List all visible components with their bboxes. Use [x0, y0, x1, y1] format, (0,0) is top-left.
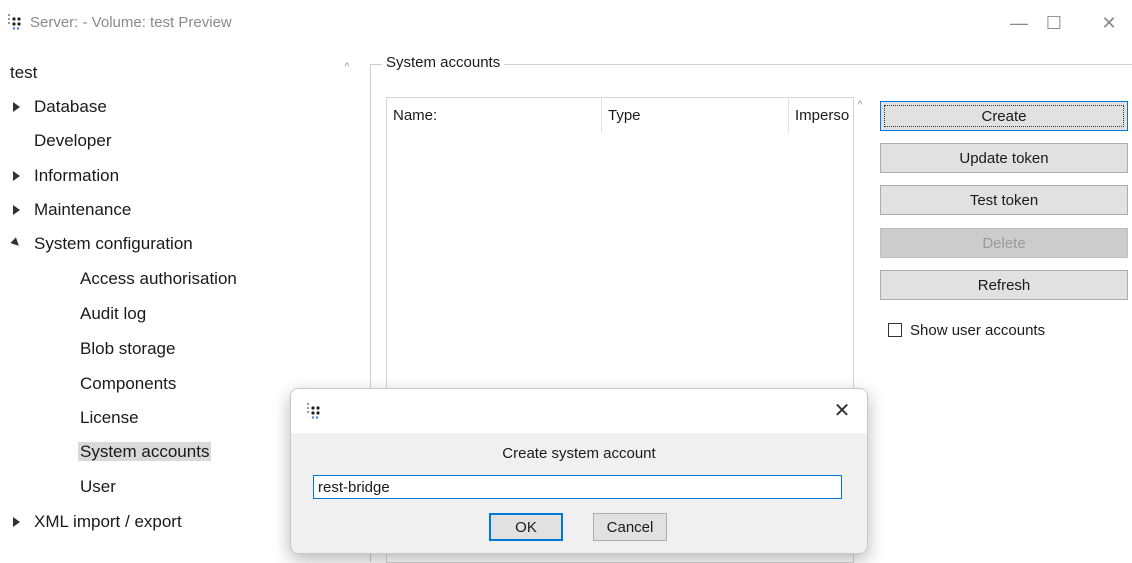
- dialog-message: Create system account: [502, 445, 656, 462]
- group-title: System accounts: [382, 54, 505, 71]
- dialog-titlebar: ✕: [291, 389, 867, 433]
- tree-item-label: License: [80, 408, 139, 427]
- tree-item-components[interactable]: Components: [80, 370, 176, 398]
- tree-item-label: XML import / export: [34, 512, 182, 531]
- tree-item-label: System accounts: [78, 442, 212, 461]
- show-user-accounts-label[interactable]: Show user accounts: [910, 322, 1045, 339]
- window-title: Server: - Volume: test Preview: [30, 14, 232, 31]
- tree-item-developer[interactable]: Developer: [10, 127, 112, 155]
- tree-item-label: Blob storage: [80, 339, 176, 358]
- delete-button[interactable]: Delete: [880, 228, 1128, 258]
- cancel-button[interactable]: Cancel: [593, 513, 667, 541]
- expand-arrow-icon[interactable]: [13, 205, 20, 215]
- show-user-accounts-row[interactable]: Show user accounts: [888, 320, 1045, 340]
- ok-button[interactable]: OK: [489, 513, 563, 541]
- window-titlebar: Server: - Volume: test Preview — ☐ ✕: [0, 0, 1132, 44]
- tree-item-audit-log[interactable]: Audit log: [80, 300, 146, 328]
- app-dots-icon: [8, 14, 21, 30]
- update-token-button[interactable]: Update token: [880, 143, 1128, 173]
- expand-arrow-icon[interactable]: [13, 102, 20, 112]
- create-button[interactable]: Create: [880, 101, 1128, 131]
- tree-item-label: Maintenance: [34, 200, 132, 219]
- list-scroll-up-icon[interactable]: ^: [853, 98, 867, 112]
- dialog-close-button[interactable]: ✕: [826, 397, 858, 425]
- column-header-name[interactable]: Name:: [387, 98, 601, 133]
- close-window-button[interactable]: ✕: [1086, 8, 1132, 38]
- show-user-accounts-checkbox[interactable]: [888, 323, 902, 337]
- create-system-account-dialog: ✕ Create system account OK Cancel: [290, 388, 868, 554]
- tree-item-label: test: [10, 63, 38, 82]
- tree-item-label: Information: [34, 166, 120, 185]
- maximize-button[interactable]: ☐: [1031, 8, 1077, 38]
- collapse-arrow-icon[interactable]: [10, 237, 22, 249]
- test-token-button[interactable]: Test token: [880, 185, 1128, 215]
- tree-item-test[interactable]: test: [10, 59, 37, 87]
- tree-item-label: Database: [34, 97, 107, 116]
- tree-item-label: System configuration: [34, 234, 193, 253]
- tree-item-user[interactable]: User: [80, 473, 116, 501]
- tree-item-blob-storage[interactable]: Blob storage: [80, 335, 175, 363]
- tree-item-label: Access authorisation: [80, 269, 237, 288]
- column-header-type[interactable]: Type: [602, 98, 788, 133]
- app-dots-icon: [307, 403, 320, 419]
- tree-item-label: Audit log: [80, 304, 147, 323]
- tree-item-label: Developer: [34, 131, 112, 150]
- column-header-impersonation[interactable]: Imperso: [789, 98, 853, 133]
- navigation-tree[interactable]: test Database Developer Information Main…: [0, 52, 340, 561]
- tree-item-xml-import-export[interactable]: XML import / export: [10, 508, 182, 536]
- tree-item-system-configuration[interactable]: System configuration: [10, 230, 193, 258]
- tree-item-license[interactable]: License: [80, 404, 139, 432]
- tree-item-database[interactable]: Database: [10, 93, 107, 121]
- tree-item-maintenance[interactable]: Maintenance: [10, 196, 131, 224]
- tree-item-label: Components: [80, 374, 177, 393]
- tree-item-information[interactable]: Information: [10, 162, 119, 190]
- tree-item-access-authorisation[interactable]: Access authorisation: [80, 265, 237, 293]
- tree-item-label: User: [80, 477, 116, 496]
- refresh-button[interactable]: Refresh: [880, 270, 1128, 300]
- expand-arrow-icon[interactable]: [13, 517, 20, 527]
- expand-arrow-icon[interactable]: [13, 171, 20, 181]
- tree-scroll-up-icon[interactable]: ^: [340, 60, 354, 74]
- account-name-input[interactable]: [313, 475, 842, 499]
- tree-item-system-accounts[interactable]: System accounts: [78, 438, 212, 466]
